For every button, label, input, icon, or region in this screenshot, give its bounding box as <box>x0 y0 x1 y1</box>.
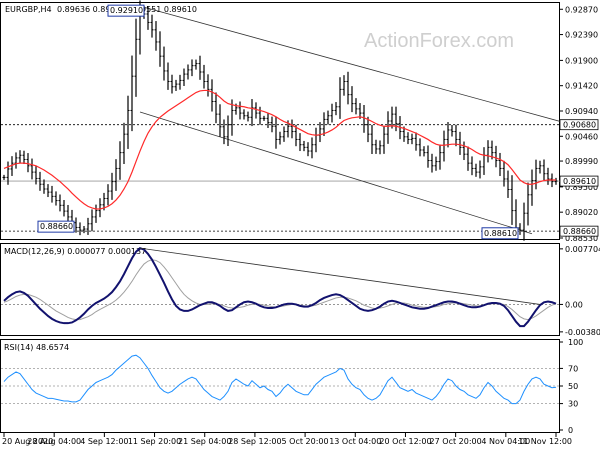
time-axis-label: 11 Nov 12:00 <box>518 437 572 446</box>
price-axis-label: 0.89990 <box>565 157 598 166</box>
rsi-label: RSI(14) 48.6574 <box>4 343 69 352</box>
forex-chart: ActionForex.com EURGBP,H4 0.89636 0.8973… <box>0 0 600 450</box>
macd-axis-label: -0.003804 <box>565 328 600 337</box>
time-axis-label: 21 Sep 04:00 <box>178 437 231 446</box>
rsi-axis-label: 30 <box>568 400 578 409</box>
time-axis-label: 4 Sep 12:00 <box>80 437 128 446</box>
rsi-axis-label: 100 <box>568 338 583 347</box>
time-axis-label: 28 Sep 12:00 <box>228 437 281 446</box>
price-annotation-label: 0.88660 <box>40 222 73 231</box>
time-axis-label: 27 Oct 20:00 <box>430 437 482 446</box>
rsi-axis-label: 70 <box>568 364 578 373</box>
macd-label: MACD(12,26,9) 0.000077 0.000137 <box>4 247 146 256</box>
time-axis-label: 13 Oct 04:00 <box>329 437 381 446</box>
chart-symbol: EURGBP,H4 <box>5 5 52 14</box>
price-axis-label: 0.89020 <box>565 208 598 217</box>
rsi-axis-label: 50 <box>568 382 578 391</box>
price-tag-label: 0.90680 <box>563 121 596 130</box>
price-axis-label: 0.92870 <box>565 5 598 14</box>
price-axis-label: 0.91900 <box>565 56 598 65</box>
time-axis-label: 20 Oct 12:00 <box>379 437 431 446</box>
price-annotation-label: 0.88610 <box>484 229 517 238</box>
price-annotation-label: 0.92910 <box>110 6 143 15</box>
macd-axis-label: 0.00 <box>565 300 583 309</box>
watermark: ActionForex.com <box>364 30 514 52</box>
price-axis-label: 0.91420 <box>565 82 598 91</box>
price-axis-label: 0.92390 <box>565 31 598 40</box>
time-axis-label: 11 Sep 20:00 <box>128 437 181 446</box>
price-tag-label: 0.89610 <box>563 177 596 186</box>
price-tag-label: 0.88660 <box>563 227 596 236</box>
price-axis-label: 0.90940 <box>565 107 598 116</box>
price-axis-label: 0.90460 <box>565 132 598 141</box>
time-axis-label: 5 Oct 20:00 <box>282 437 329 446</box>
time-axis-label: 28 Aug 04:00 <box>27 437 81 446</box>
rsi-axis-label: 0 <box>568 426 573 435</box>
macd-axis-label: 0.007704 <box>565 245 600 254</box>
